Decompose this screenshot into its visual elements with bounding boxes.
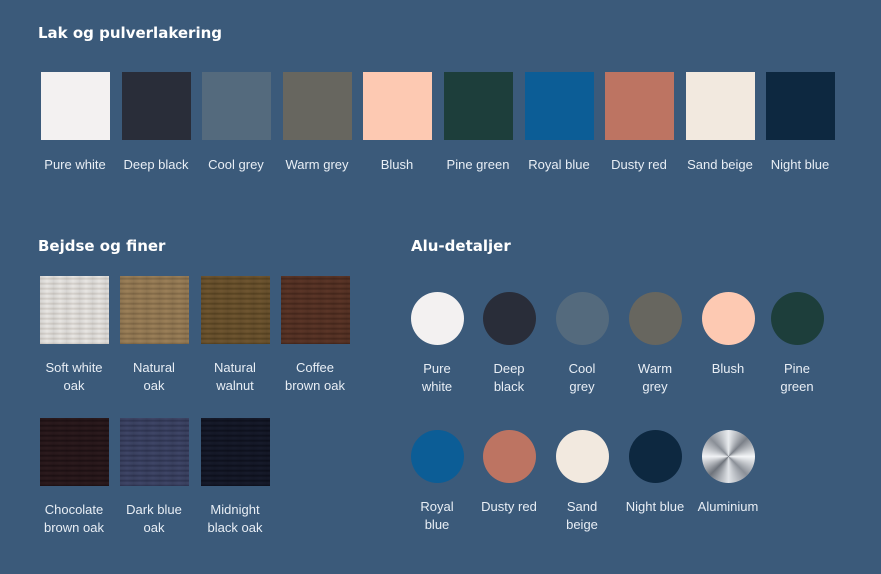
alu-label-line1: Pine <box>783 361 811 376</box>
alu-label-line2: blue <box>424 517 450 532</box>
wood-label-line2: brown oak <box>44 520 104 535</box>
alu-swatch-warm-grey[interactable] <box>629 292 682 345</box>
alu-label-line1: Dusty red <box>481 499 537 514</box>
wood-swatch-label: Coffee brown oak <box>270 359 360 395</box>
lak-swatch-pine-green[interactable] <box>444 72 513 140</box>
alu-label-line1: Blush <box>711 361 745 376</box>
wood-label-line1: Chocolate <box>44 502 104 517</box>
lak-swatch-label: Pure white <box>44 157 106 172</box>
wood-swatch-soft-white-oak[interactable] <box>40 276 109 344</box>
alu-swatch-label: Warm grey <box>615 360 695 396</box>
alu-swatch-label: Pure white <box>397 360 477 396</box>
alu-swatch-blush[interactable] <box>702 292 755 345</box>
wood-label-line1: Natural <box>133 360 175 375</box>
wood-swatch-label: Chocolate brown oak <box>29 501 119 537</box>
alu-swatch-aluminium[interactable] <box>702 430 755 483</box>
alu-swatch-sand-beige[interactable] <box>556 430 609 483</box>
wood-label-line1: Soft white <box>45 360 103 375</box>
lak-swatch-royal-blue[interactable] <box>525 72 594 140</box>
lak-swatch-label: Sand beige <box>687 157 753 172</box>
alu-swatch-night-blue[interactable] <box>629 430 682 483</box>
alu-swatch-label: Deep black <box>469 360 549 396</box>
alu-label-line1: Aluminium <box>697 499 759 514</box>
lak-swatch-pure-white[interactable] <box>41 72 110 140</box>
wood-label-line1: Natural <box>214 360 256 375</box>
alu-swatch-label: Aluminium <box>688 498 768 516</box>
lak-swatch-dusty-red[interactable] <box>605 72 674 140</box>
wood-swatch-midnight-black-oak[interactable] <box>201 418 270 486</box>
wood-swatch-label: Midnight black oak <box>190 501 280 537</box>
lak-swatch-label: Deep black <box>123 157 189 172</box>
alu-swatch-pure-white[interactable] <box>411 292 464 345</box>
wood-label-line2: walnut <box>216 378 254 393</box>
alu-swatch-label: Sand beige <box>542 498 622 534</box>
lak-swatch-label: Cool grey <box>208 157 264 172</box>
alu-label-line1: Night blue <box>625 499 685 514</box>
bejdse-section-title: Bejdse og finer <box>38 237 166 255</box>
alu-swatch-pine-green[interactable] <box>771 292 824 345</box>
lak-swatch-label: Warm grey <box>285 157 349 172</box>
alu-swatch-royal-blue[interactable] <box>411 430 464 483</box>
wood-swatch-label: Dark blue oak <box>109 501 199 537</box>
alu-swatch-dusty-red[interactable] <box>483 430 536 483</box>
lak-swatch-label: Night blue <box>770 157 830 172</box>
wood-label-line2: oak <box>63 378 85 393</box>
wood-label-line2: brown oak <box>285 378 345 393</box>
lak-swatch-label: Blush <box>380 157 414 172</box>
alu-label-line2: grey <box>642 379 668 394</box>
wood-swatch-chocolate-brown-oak[interactable] <box>40 418 109 486</box>
wood-swatch-natural-oak[interactable] <box>120 276 189 344</box>
alu-swatch-deep-black[interactable] <box>483 292 536 345</box>
lak-swatch-sand-beige[interactable] <box>686 72 755 140</box>
wood-swatch-dark-blue-oak[interactable] <box>120 418 189 486</box>
alu-label-line1: Pure <box>423 361 451 376</box>
alu-label-line2: black <box>493 379 525 394</box>
wood-label-line2: oak <box>143 378 165 393</box>
alu-swatch-label: Night blue <box>615 498 695 516</box>
alu-label-line1: Sand <box>566 499 598 514</box>
alu-section-title: Alu-detaljer <box>411 237 511 255</box>
alu-label-line1: Royal <box>420 499 454 514</box>
alu-label-line1: Deep <box>493 361 525 376</box>
alu-swatch-label: Dusty red <box>469 498 549 516</box>
wood-swatch-label: Natural walnut <box>190 359 280 395</box>
wood-label-line2: black oak <box>207 520 263 535</box>
lak-swatch-label: Dusty red <box>611 157 667 172</box>
lak-section-title: Lak og pulverlakering <box>38 24 223 42</box>
lak-swatch-label: Pine green <box>446 157 510 172</box>
alu-swatch-label: Pine green <box>757 360 837 396</box>
lak-swatch-label: Royal blue <box>528 157 590 172</box>
lak-swatch-cool-grey[interactable] <box>202 72 271 140</box>
alu-label-line2: beige <box>566 517 598 532</box>
alu-swatch-label: Cool grey <box>542 360 622 396</box>
wood-swatch-label: Soft white oak <box>29 359 119 395</box>
wood-swatch-natural-walnut[interactable] <box>201 276 270 344</box>
alu-swatch-label: Royal blue <box>397 498 477 534</box>
alu-label-line2: white <box>421 379 453 394</box>
alu-label-line2: grey <box>569 379 595 394</box>
alu-swatch-label: Blush <box>688 360 768 378</box>
wood-swatch-coffee-brown-oak[interactable] <box>281 276 350 344</box>
lak-swatch-deep-black[interactable] <box>122 72 191 140</box>
lak-swatch-night-blue[interactable] <box>766 72 835 140</box>
lak-swatch-blush[interactable] <box>363 72 432 140</box>
wood-label-line1: Dark blue <box>126 502 182 517</box>
alu-swatch-cool-grey[interactable] <box>556 292 609 345</box>
wood-label-line1: Coffee <box>295 360 335 375</box>
alu-label-line2: green <box>780 379 814 394</box>
alu-label-line1: Cool <box>568 361 596 376</box>
wood-swatch-label: Natural oak <box>109 359 199 395</box>
wood-label-line1: Midnight <box>210 502 260 517</box>
lak-swatch-warm-grey[interactable] <box>283 72 352 140</box>
alu-label-line1: Warm <box>637 361 673 376</box>
wood-label-line2: oak <box>143 520 165 535</box>
